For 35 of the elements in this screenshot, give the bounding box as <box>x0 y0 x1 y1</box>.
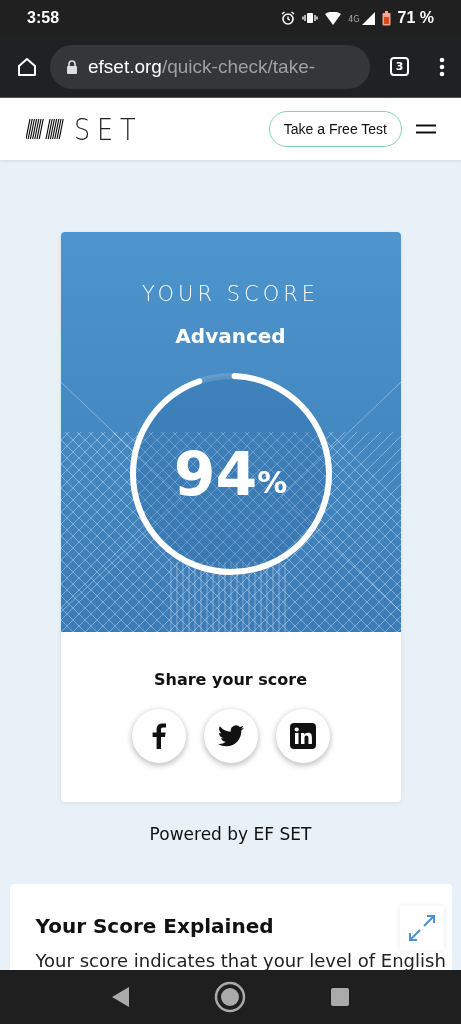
level-name: Advanced <box>175 324 286 348</box>
clock-time: 3:58 <box>27 9 60 27</box>
expand-icon <box>407 914 436 942</box>
lock-icon <box>66 59 78 74</box>
expand-button[interactable] <box>399 906 444 950</box>
take-test-button[interactable]: Take a Free Test <box>268 111 402 147</box>
explanation-text: Your score indicates that your level of English <box>35 950 447 972</box>
section-title: Your Score Explained <box>35 914 274 938</box>
signal-icon <box>361 11 375 25</box>
percent-sign: % <box>257 464 288 500</box>
menu-icon[interactable] <box>416 124 436 134</box>
battery-level: 71 % <box>397 9 434 27</box>
battery-icon <box>381 10 391 26</box>
linkedin-share-button[interactable] <box>275 709 330 763</box>
recents-icon[interactable] <box>330 988 349 1006</box>
linkedin-icon <box>289 723 316 749</box>
vibrate-icon <box>302 11 319 25</box>
network-type: 4G <box>348 15 360 24</box>
more-menu-icon[interactable] <box>439 55 445 78</box>
alarm-icon <box>281 11 296 25</box>
address-bar[interactable]: efset.org/quick-check/take- <box>50 44 370 89</box>
share-label: Share your score <box>153 670 307 689</box>
score-heading: YOUR SCORE <box>141 282 320 306</box>
score-value: 94 <box>173 439 258 509</box>
facebook-share-button[interactable] <box>131 709 186 763</box>
bird-icon <box>217 725 244 747</box>
home-button-icon[interactable] <box>214 981 247 1013</box>
logo-text: SET <box>74 111 143 147</box>
twitter-share-button[interactable] <box>203 709 258 763</box>
powered-by-text: Powered by EF SET <box>149 824 312 844</box>
back-icon[interactable] <box>112 987 131 1007</box>
facebook-icon <box>151 723 166 749</box>
tab-count-button[interactable]: 3 <box>390 57 409 76</box>
wifi-icon <box>325 11 342 25</box>
home-icon[interactable] <box>16 55 38 78</box>
